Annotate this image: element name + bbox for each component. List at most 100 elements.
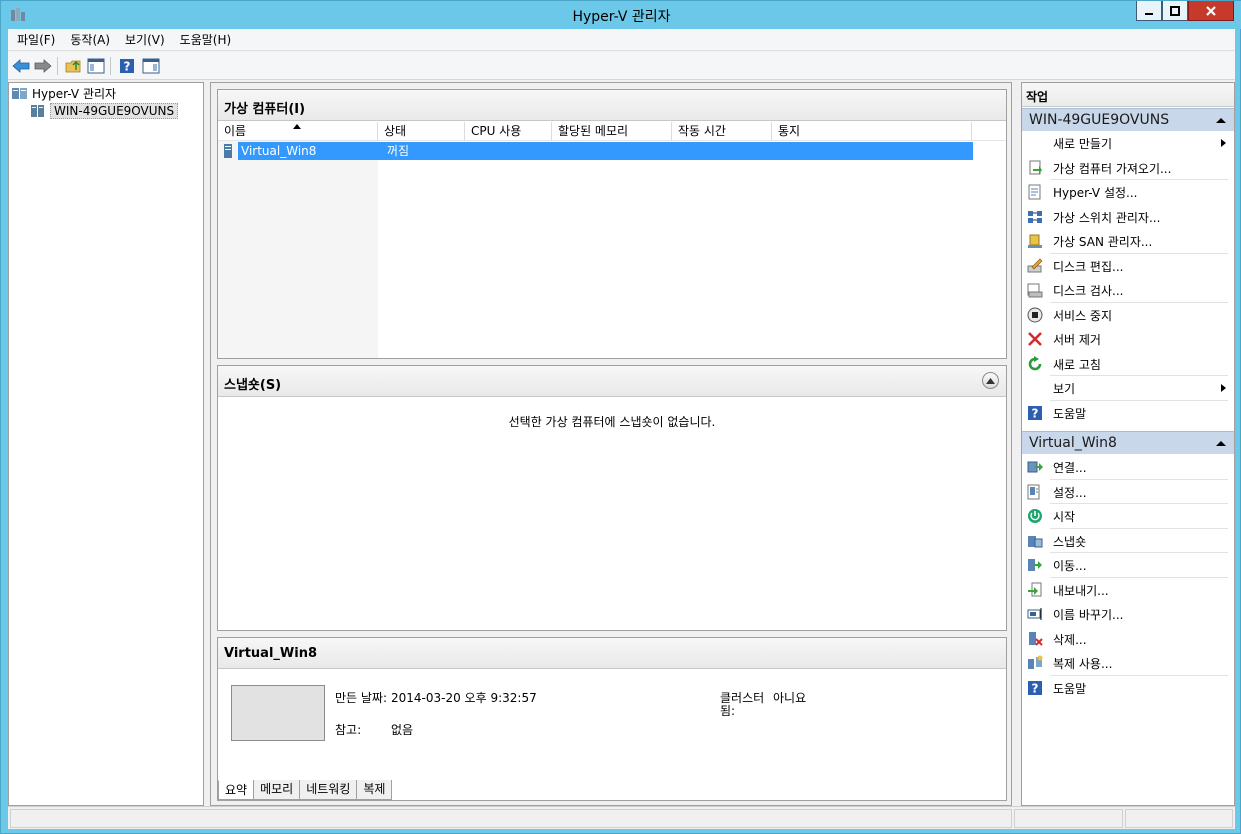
action-item[interactable]: 설정... xyxy=(1022,480,1234,504)
vm-row[interactable]: Virtual_Win8 꺼짐 xyxy=(223,142,973,160)
toolbar: ? xyxy=(8,52,1235,80)
vm-list-header: 이름 상태 CPU 사용 할당된 메모리 작동 시간 통지 xyxy=(218,122,1006,141)
action-label: 디스크 검사... xyxy=(1053,284,1124,298)
menu-view[interactable]: 보기(V) xyxy=(119,29,171,51)
section-title: Virtual_Win8 xyxy=(1029,435,1117,451)
action-item[interactable]: 시작 xyxy=(1022,504,1234,528)
maximize-button[interactable] xyxy=(1162,1,1188,21)
tab-memory[interactable]: 메모리 xyxy=(253,780,301,800)
close-icon xyxy=(1206,5,1216,16)
action-item[interactable]: 디스크 편집... xyxy=(1022,254,1234,278)
action-item[interactable]: 가상 스위치 관리자... xyxy=(1022,205,1234,229)
help-button[interactable]: ? xyxy=(117,56,137,76)
snapshots-panel: 스냅숏(S) 선택한 가상 컴퓨터에 스냅숏이 없습니다. xyxy=(217,365,1007,631)
tree-item-hyper-v-manager[interactable]: Hyper-V 관리자 xyxy=(12,84,116,102)
action-label: 서비스 중지 xyxy=(1053,308,1113,323)
column-header-cpu[interactable]: CPU 사용 xyxy=(465,122,552,141)
rename-icon xyxy=(1027,608,1042,620)
tree-item-server[interactable]: WIN-49GUE9OVUNS xyxy=(30,102,179,120)
action-item[interactable]: 서버 제거 xyxy=(1022,327,1234,351)
no-snapshots-message: 선택한 가상 컴퓨터에 스냅숏이 없습니다. xyxy=(508,415,716,429)
up-folder-icon xyxy=(65,60,81,73)
show-hide-action-pane-button[interactable] xyxy=(141,56,161,76)
action-item[interactable]: 가상 SAN 관리자... xyxy=(1022,229,1234,253)
action-item[interactable]: 새로 고침 xyxy=(1022,352,1234,376)
action-item[interactable]: 디스크 검사... xyxy=(1022,278,1234,302)
title-bar[interactable]: Hyper-V 관리자 xyxy=(1,1,1241,29)
action-item[interactable]: 삭제... xyxy=(1022,627,1234,651)
tab-summary[interactable]: 요약 xyxy=(218,780,255,800)
action-label: 도움말 xyxy=(1053,406,1087,421)
action-label: 새로 고침 xyxy=(1053,357,1101,372)
action-label: 설정... xyxy=(1053,485,1087,500)
close-button[interactable] xyxy=(1188,1,1234,21)
menu-bar: 파일(F) 동작(A) 보기(V) 도움말(H) xyxy=(8,29,1235,51)
sorted-column-background xyxy=(218,141,378,358)
column-header-uptime[interactable]: 작동 시간 xyxy=(672,122,772,141)
tree-item-label: WIN-49GUE9OVUNS xyxy=(50,103,179,119)
action-label: 보기 xyxy=(1053,382,1076,396)
action-label: 서버 제거 xyxy=(1053,333,1101,347)
help-icon: ? xyxy=(120,59,134,74)
panel-title: 스냅숏(S) xyxy=(218,366,1006,397)
action-item[interactable]: ? 도움말 xyxy=(1022,676,1234,700)
import-vm-icon xyxy=(1029,160,1042,174)
action-item[interactable]: 연결... xyxy=(1022,455,1234,479)
column-label: 이름 xyxy=(224,124,247,138)
help-icon: ? xyxy=(1028,680,1042,695)
column-header-state[interactable]: 상태 xyxy=(378,122,465,141)
action-item[interactable]: 서비스 중지 xyxy=(1022,303,1234,327)
inspect-disk-icon xyxy=(1027,283,1043,298)
action-item[interactable]: 이름 바꾸기... xyxy=(1022,602,1234,626)
san-icon xyxy=(1028,234,1042,248)
action-label: 가상 컴퓨터 가져오기... xyxy=(1053,161,1172,176)
column-header-name[interactable]: 이름 xyxy=(218,122,378,141)
menu-file[interactable]: 파일(F) xyxy=(11,29,61,51)
action-label: 도움말 xyxy=(1053,681,1087,696)
forward-button[interactable] xyxy=(33,56,53,76)
tab-networking[interactable]: 네트워킹 xyxy=(299,780,358,800)
app-window: Hyper-V 관리자 파일(F) 동작(A) 보기(V) 도움말(H) ? H… xyxy=(0,0,1241,834)
action-item[interactable]: 새로 만들기 xyxy=(1022,131,1234,155)
clustered-value: 아니요 xyxy=(773,691,807,705)
action-label: 내보내기... xyxy=(1053,583,1109,598)
action-item[interactable]: Hyper-V 설정... xyxy=(1022,180,1234,204)
actions-section-server[interactable]: WIN-49GUE9OVUNS xyxy=(1022,108,1234,131)
vm-list: 이름 상태 CPU 사용 할당된 메모리 작동 시간 통지 Virtual_Wi… xyxy=(218,122,1006,358)
action-item[interactable]: 스냅숏 xyxy=(1022,529,1234,553)
vm-state: 꺼짐 xyxy=(387,144,410,158)
column-header-status[interactable]: 통지 xyxy=(772,122,972,141)
action-label: 이동... xyxy=(1053,559,1087,573)
action-label: Hyper-V 설정... xyxy=(1053,186,1138,200)
action-item[interactable]: 복제 사용... xyxy=(1022,651,1234,675)
minimize-button[interactable] xyxy=(1136,1,1162,21)
stop-service-icon xyxy=(1027,307,1043,322)
action-label: 스냅숏 xyxy=(1053,534,1087,549)
virtual-machines-panel: 가상 컴퓨터(I) 이름 상태 CPU 사용 할당된 메모리 작동 시간 통지 xyxy=(217,89,1007,359)
menu-action[interactable]: 동작(A) xyxy=(64,29,116,51)
notes-label: 참고: xyxy=(335,723,362,737)
move-icon xyxy=(1028,559,1042,571)
vm-settings-icon xyxy=(1027,484,1040,499)
action-item[interactable]: 이동... xyxy=(1022,553,1234,577)
show-hide-console-tree-button[interactable] xyxy=(86,56,106,76)
details-panel: Virtual_Win8 만든 날짜: 2014-03-20 오후 9:32:5… xyxy=(217,637,1007,801)
action-item[interactable]: 보기 xyxy=(1022,376,1234,400)
menu-help[interactable]: 도움말(H) xyxy=(174,29,238,51)
created-label: 만든 날짜: xyxy=(335,691,388,705)
toolbar-separator xyxy=(57,57,58,75)
column-header-memory[interactable]: 할당된 메모리 xyxy=(552,122,672,141)
actions-title: 작업 xyxy=(1022,83,1234,107)
back-button[interactable] xyxy=(11,56,31,76)
up-button[interactable] xyxy=(63,56,83,76)
action-item[interactable]: ? 도움말 xyxy=(1022,401,1234,425)
action-item[interactable]: 가상 컴퓨터 가져오기... xyxy=(1022,156,1234,180)
collapse-panel-button[interactable] xyxy=(982,372,999,389)
tab-replication[interactable]: 복제 xyxy=(356,780,393,800)
status-panel-main xyxy=(10,809,1012,828)
action-item[interactable]: 내보내기... xyxy=(1022,578,1234,602)
collapse-section-icon xyxy=(1216,441,1226,446)
back-arrow-icon xyxy=(12,59,30,73)
actions-section-vm[interactable]: Virtual_Win8 xyxy=(1022,431,1234,454)
connect-icon xyxy=(1027,461,1043,473)
